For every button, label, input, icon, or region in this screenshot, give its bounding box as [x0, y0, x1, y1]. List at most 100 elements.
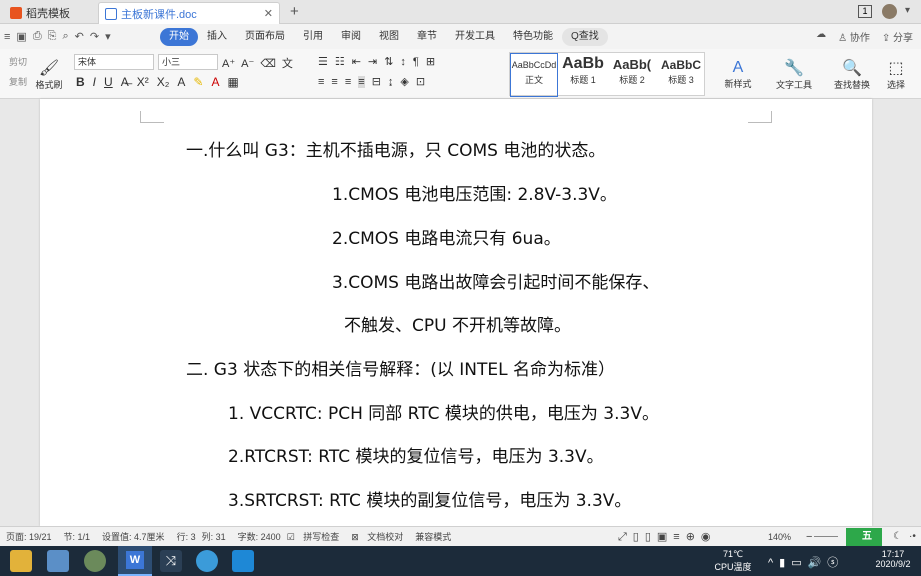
print-preview-icon[interactable]: ⌕	[62, 30, 68, 43]
search-button[interactable]: Q查找	[562, 27, 608, 46]
print-icon[interactable]: ⎘	[48, 30, 57, 43]
undo-icon[interactable]: ↶	[75, 30, 84, 43]
distributed-icon[interactable]: ⊟	[372, 75, 381, 88]
font-name-select[interactable]: 宋体	[74, 54, 154, 70]
borders-icon[interactable]: ⊡	[416, 75, 425, 88]
menu-chevron-icon[interactable]: ≡	[4, 31, 10, 43]
strikethrough-icon[interactable]: A̶	[121, 75, 129, 89]
dropdown-icon[interactable]: ▾	[105, 30, 111, 43]
char-border-icon[interactable]: ▦	[227, 75, 238, 89]
status-word-count[interactable]: 字数: 2400	[238, 530, 281, 543]
text-tools-button[interactable]: 🔧 文字工具	[770, 53, 818, 95]
system-tray-icons[interactable]: ^▮▭🔊ⓢ	[768, 554, 844, 570]
align-left-icon[interactable]: ≡	[318, 76, 324, 88]
select-button[interactable]: ⬚ 选择	[878, 53, 914, 95]
tab-icon[interactable]: ⊞	[426, 55, 435, 68]
screen-icon[interactable]	[47, 550, 69, 572]
chevron-down-icon[interactable]: ▾	[905, 5, 910, 16]
zoom-level[interactable]: 140%	[768, 532, 791, 542]
font-size-select[interactable]: 小三	[158, 54, 218, 70]
menu-references[interactable]: 引用	[294, 28, 332, 46]
zoom-out-button[interactable]: −	[806, 531, 812, 543]
style-label: 正文	[524, 75, 543, 85]
dots-icon[interactable]: ·•	[909, 531, 916, 542]
highlight-icon[interactable]: ✎	[193, 75, 203, 89]
cut-button[interactable]: 剪切	[2, 55, 34, 68]
tab-bar: 稻壳模板 主板新课件.doc ✕ + 1 ▾	[0, 0, 921, 24]
file-explorer-icon[interactable]	[10, 550, 32, 572]
menu-start[interactable]: 开始	[160, 27, 198, 46]
numbered-list-icon[interactable]: ☷	[335, 55, 345, 68]
sync-icon[interactable]: ☁	[816, 29, 826, 44]
align-right-icon[interactable]: ≡	[345, 76, 351, 88]
bullet-list-icon[interactable]: ☰	[318, 55, 328, 68]
style-normal[interactable]: AaBbCcDd 正文	[510, 53, 558, 97]
menu-developer[interactable]: 开发工具	[446, 28, 504, 46]
font-color-icon[interactable]: A	[211, 75, 219, 89]
find-replace-button[interactable]: 🔍 查找替换	[828, 53, 876, 95]
tab-docer-templates[interactable]: 稻壳模板	[4, 2, 76, 24]
copy-button[interactable]: 复制	[2, 75, 34, 88]
doc-line: 2.RTCRST: RTC 模块的复位信号，电压为 3.3V。	[228, 447, 604, 467]
shuffle-icon[interactable]: ⤨	[160, 550, 182, 572]
menu-page-layout[interactable]: 页面布局	[236, 28, 294, 46]
align-center-icon[interactable]: ≡	[331, 76, 337, 88]
align-justify-icon[interactable]: ≡	[358, 75, 365, 88]
menu-review[interactable]: 审阅	[332, 28, 370, 46]
document-page[interactable]: 一.什么叫 G3：主机不插电源，只 COMS 电池的状态。 1.CMOS 电池电…	[40, 99, 872, 526]
style-heading-3[interactable]: AaBbC 标题 3	[657, 53, 705, 97]
doc-heading-1: 一.什么叫 G3：主机不插电源，只 COMS 电池的状态。	[186, 141, 606, 161]
italic-button[interactable]: I	[93, 75, 96, 89]
save-icon[interactable]: ▣	[16, 30, 26, 43]
menu-insert[interactable]: 插入	[198, 28, 236, 46]
view-mode-icons[interactable]: ⤢▯▯▣≡⊕◉	[618, 530, 717, 544]
underline-button[interactable]: U	[104, 75, 113, 89]
subscript-icon[interactable]: X₂	[157, 75, 170, 89]
close-tab-icon[interactable]: ✕	[264, 7, 273, 20]
clock[interactable]: 17:17 2020/9/2	[868, 549, 918, 569]
chat-app-icon[interactable]	[196, 550, 218, 572]
show-marks-icon[interactable]: ¶	[413, 56, 419, 68]
menu-chapter[interactable]: 章节	[408, 28, 446, 46]
media-app-icon[interactable]	[232, 550, 254, 572]
wps-writer-taskbar-button[interactable]: W	[118, 546, 152, 576]
doc-line: 3.COMS 电路出故障会引起时间不能保存、	[332, 273, 660, 293]
shading-icon[interactable]: ◈	[400, 75, 408, 88]
collab-button[interactable]: ♙ 协作	[838, 29, 870, 44]
font-effect-icon[interactable]: A	[177, 75, 185, 89]
window-count-badge[interactable]: 1	[858, 5, 872, 18]
clear-format-icon[interactable]: ⌫	[260, 57, 276, 70]
line-spacing-icon[interactable]: ↨	[388, 76, 394, 88]
format-painter-button[interactable]: 🖌 格式刷	[34, 53, 64, 95]
decrease-indent-icon[interactable]: ⇤	[352, 55, 361, 68]
ime-indicator[interactable]: 五	[846, 528, 882, 546]
shrink-font-icon[interactable]: A⁻	[241, 57, 254, 70]
doc-check-button[interactable]: ⊠ 文档校对	[351, 530, 403, 543]
new-tab-button[interactable]: +	[290, 3, 299, 20]
tab-document[interactable]: 主板新课件.doc ✕	[98, 2, 280, 24]
superscript-icon[interactable]: X²	[137, 75, 149, 89]
style-heading-1[interactable]: AaBb 标题 1	[559, 53, 607, 97]
menu-special[interactable]: 特色功能	[504, 28, 562, 46]
sort-icon[interactable]: ↕	[400, 56, 406, 68]
phonetic-icon[interactable]: 文	[282, 55, 293, 71]
share-button[interactable]: ⇪ 分享	[882, 29, 913, 44]
avatar[interactable]	[882, 4, 897, 19]
paragraph-buttons-bottom: ≡ ≡ ≡ ≡ ⊟ ↨ ◈ ⊡	[318, 75, 425, 88]
spell-check-button[interactable]: ☑ 拼写检查	[287, 530, 340, 543]
grow-font-icon[interactable]: A⁺	[222, 57, 235, 70]
zoom-slider[interactable]	[814, 536, 838, 537]
doc-heading-2: 二. G3 状态下的相关信号解释：(以 INTEL 名命为标准）	[186, 360, 615, 380]
bold-button[interactable]: B	[76, 75, 85, 89]
text-direction-icon[interactable]: ⇅	[384, 55, 393, 68]
export-pdf-icon[interactable]: ⎙	[33, 30, 42, 43]
menu-view[interactable]: 视图	[370, 28, 408, 46]
browser-icon[interactable]	[84, 550, 106, 572]
cpu-temp-widget[interactable]: 71℃ CPU温度	[706, 549, 760, 573]
status-page[interactable]: 页面: 19/21	[6, 530, 52, 543]
redo-icon[interactable]: ↷	[90, 30, 99, 43]
increase-indent-icon[interactable]: ⇥	[368, 55, 377, 68]
style-heading-2[interactable]: AaBb( 标题 2	[608, 53, 656, 97]
moon-icon[interactable]: ☾	[893, 531, 902, 542]
new-style-button[interactable]: A 新样式	[716, 53, 760, 95]
